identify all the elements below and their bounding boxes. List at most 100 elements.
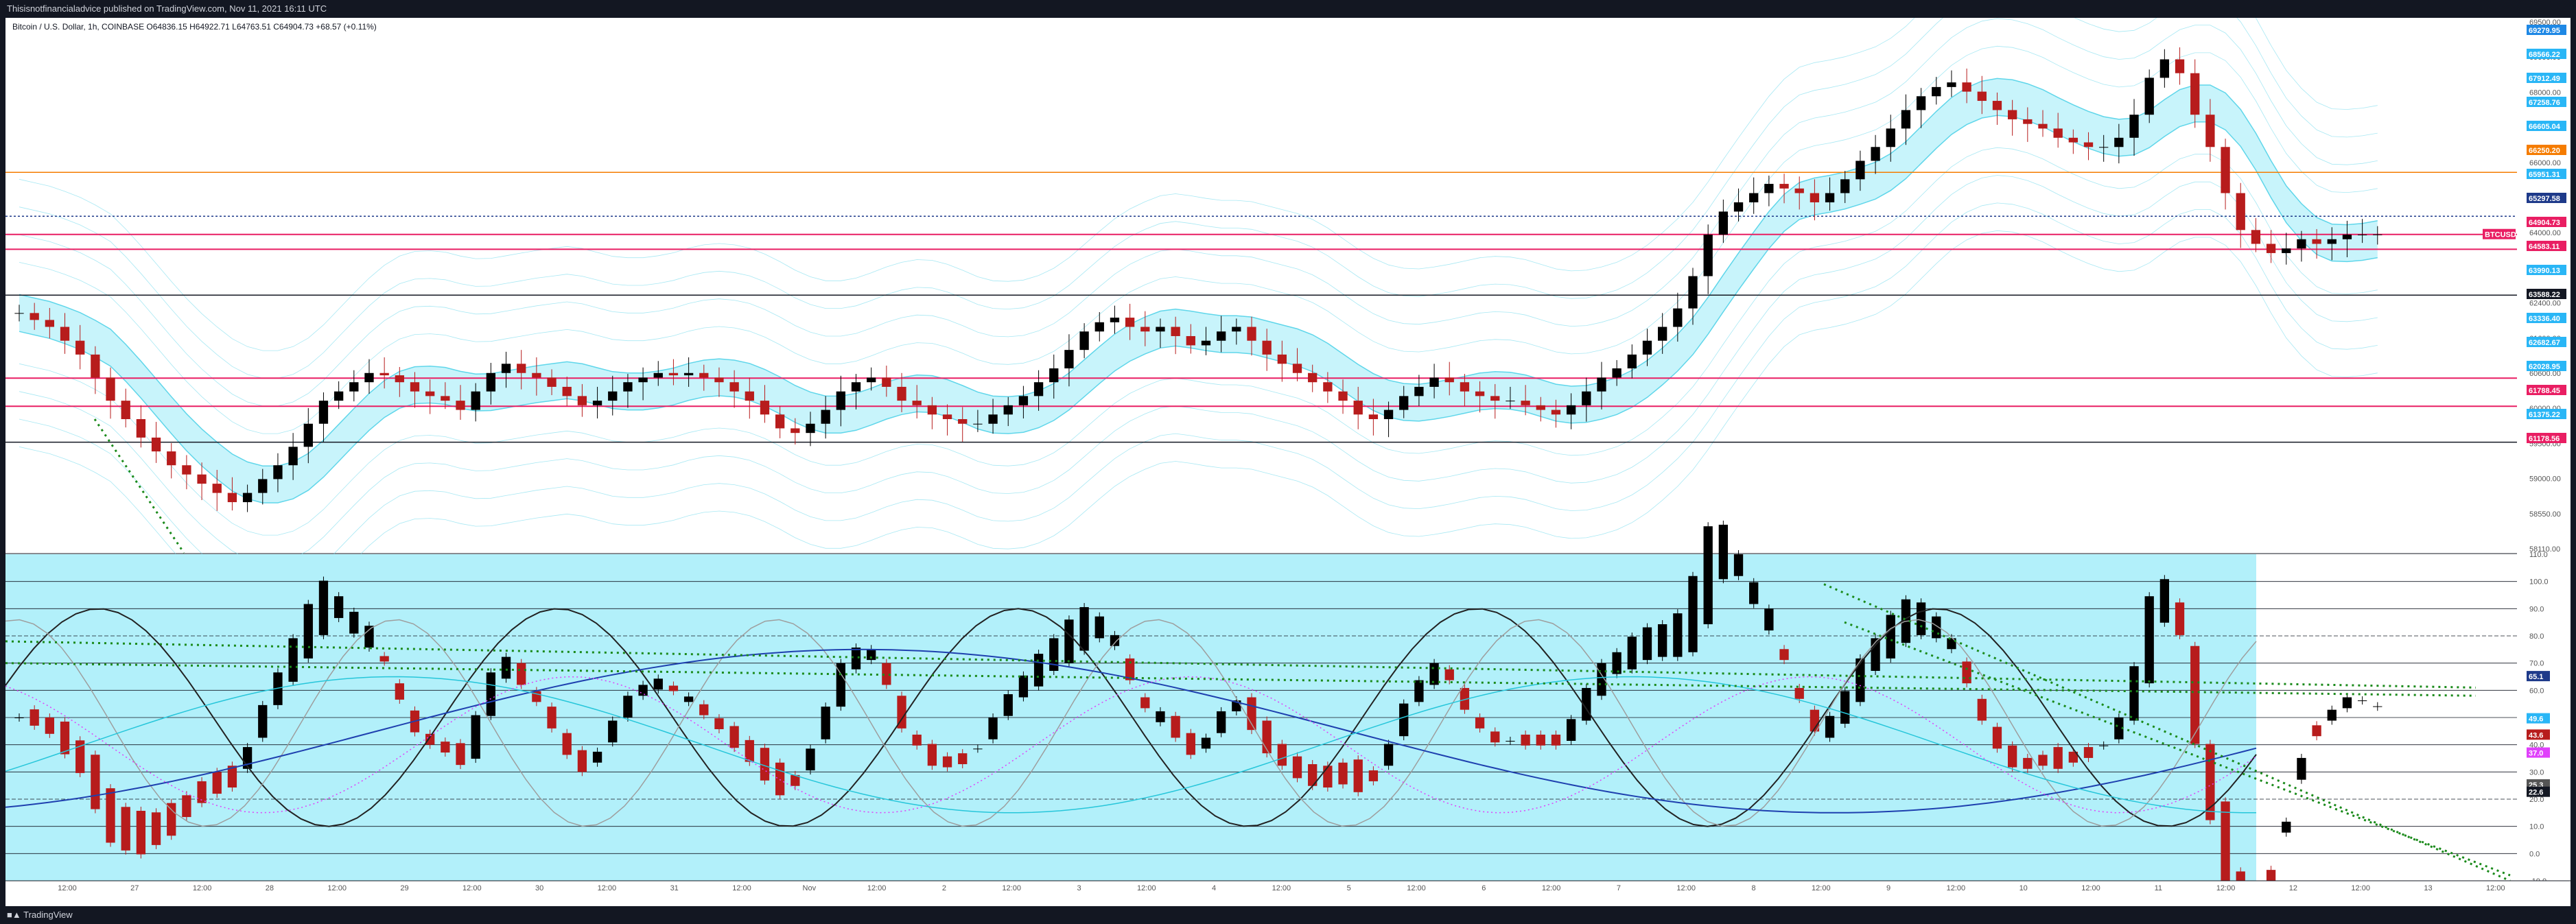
candle-body — [2023, 119, 2033, 124]
osc-candle-body — [333, 596, 344, 618]
x-tick-label: 12:00 — [732, 884, 751, 892]
osc-candle-body — [1171, 715, 1180, 738]
osc-candle-body — [1414, 680, 1424, 702]
osc-candle-body — [577, 750, 587, 772]
osc-candle-body — [1156, 711, 1165, 722]
osc-candle-body — [1794, 687, 1804, 699]
candle-body — [897, 386, 906, 401]
candle-body — [441, 396, 450, 401]
candle-body — [227, 493, 237, 503]
chart-svg[interactable]: 69500.0069000.0068000.0067000.0066000.00… — [5, 0, 2571, 924]
osc-candle-body — [2282, 821, 2291, 833]
osc-candle-body — [1521, 734, 1530, 746]
candle-body — [91, 354, 100, 378]
x-tick-label: 8 — [1751, 884, 1755, 892]
candle-body — [1171, 327, 1180, 336]
osc-candle-body — [2190, 645, 2200, 744]
candle-body — [2297, 239, 2306, 249]
osc-candle-body — [151, 812, 161, 845]
osc-candle-body — [1536, 734, 1545, 746]
osc-candle-body — [1642, 627, 1652, 661]
candle-body — [318, 401, 329, 424]
candle-body — [2129, 115, 2139, 138]
osc-candle-body — [1094, 616, 1104, 639]
candle-body — [1825, 193, 1835, 202]
candle-body — [1794, 188, 1804, 193]
osc-candle-body — [1277, 744, 1287, 766]
osc-candle-body — [60, 721, 70, 755]
candle-body — [638, 377, 648, 383]
candle-body — [775, 414, 785, 429]
price-tick-label: 62400.00 — [2529, 300, 2561, 308]
x-tick-label: 12:00 — [1137, 884, 1156, 892]
price-label-text: 63990.13 — [2529, 267, 2560, 275]
osc-candle-body — [167, 803, 176, 836]
osc-candle-body — [745, 739, 754, 762]
candle-body — [1414, 386, 1424, 396]
x-tick-label: 28 — [266, 884, 274, 892]
candle-body — [45, 320, 54, 327]
candle-body — [1886, 128, 1895, 147]
chart-area[interactable]: 69500.0069000.0068000.0067000.0066000.00… — [5, 0, 2571, 924]
osc-candle-body — [2312, 725, 2321, 737]
x-tick-label: 3 — [1077, 884, 1081, 892]
candle-body — [532, 372, 541, 378]
candle-body — [2053, 128, 2063, 138]
osc-candle-body — [1003, 694, 1013, 716]
osc-candle-body — [821, 707, 830, 739]
candle-body — [2144, 78, 2154, 115]
osc-tick-label: 90.0 — [2529, 605, 2544, 613]
candle-body — [1612, 368, 1621, 378]
candle-body — [106, 377, 115, 401]
osc-tick-label: 20.0 — [2529, 796, 2544, 804]
osc-candle-body — [1247, 697, 1256, 731]
osc-candle-body — [1566, 719, 1576, 741]
osc-candle-body — [379, 656, 389, 662]
x-tick-label: 12:00 — [867, 884, 887, 892]
osc-candle-body — [1718, 524, 1729, 580]
osc-candle-body — [1673, 613, 1683, 657]
osc-candle-body — [364, 626, 374, 648]
candle-body — [2236, 193, 2245, 230]
price-label-text: 63336.40 — [2529, 315, 2560, 323]
candle-body — [2312, 239, 2321, 244]
osc-tick-label: 30.0 — [2529, 768, 2544, 777]
osc-candle-body — [1612, 652, 1621, 674]
oscillator-pane[interactable] — [5, 520, 2571, 924]
x-tick-label: Nov — [803, 884, 817, 892]
osc-candle-body — [1049, 638, 1059, 671]
candle-body — [882, 377, 891, 387]
osc-candle-body — [2053, 747, 2063, 769]
osc-candle-body — [699, 704, 709, 715]
osc-candle-body — [547, 707, 557, 728]
osc-candle-body — [1490, 731, 1500, 743]
osc-candle-body — [1033, 654, 1044, 687]
x-tick-label: 7 — [1617, 884, 1621, 892]
osc-candle-body — [1292, 756, 1302, 779]
price-tick-label: 66000.00 — [2529, 159, 2561, 167]
candle-body — [1566, 405, 1576, 415]
x-tick-label: 12:00 — [1407, 884, 1426, 892]
osc-candle-body — [2129, 666, 2139, 721]
x-tick-label: 6 — [1482, 884, 1486, 892]
candle-body — [1627, 354, 1637, 369]
price-tick-label: 58550.00 — [2529, 510, 2561, 519]
osc-candle-body — [1506, 741, 1515, 742]
candle-body — [1932, 86, 1941, 97]
candle-body — [714, 377, 724, 383]
candle-body — [745, 391, 754, 401]
price-pane[interactable] — [5, 0, 2571, 619]
candle-body — [364, 372, 374, 383]
x-tick-label: 12:00 — [1272, 884, 1291, 892]
x-tick-label: 12:00 — [193, 884, 212, 892]
candle-body — [1855, 161, 1865, 180]
osc-candle-body — [958, 753, 968, 764]
osc-candle-body — [1262, 720, 1272, 754]
price-label-text: 64583.11 — [2529, 243, 2560, 251]
osc-candle-body — [258, 704, 268, 738]
candle-body — [395, 375, 404, 383]
candle-body — [303, 423, 313, 447]
candle-body — [1064, 350, 1074, 369]
osc-tick-label: 100.0 — [2529, 578, 2549, 587]
osc-candle-body — [456, 743, 465, 766]
